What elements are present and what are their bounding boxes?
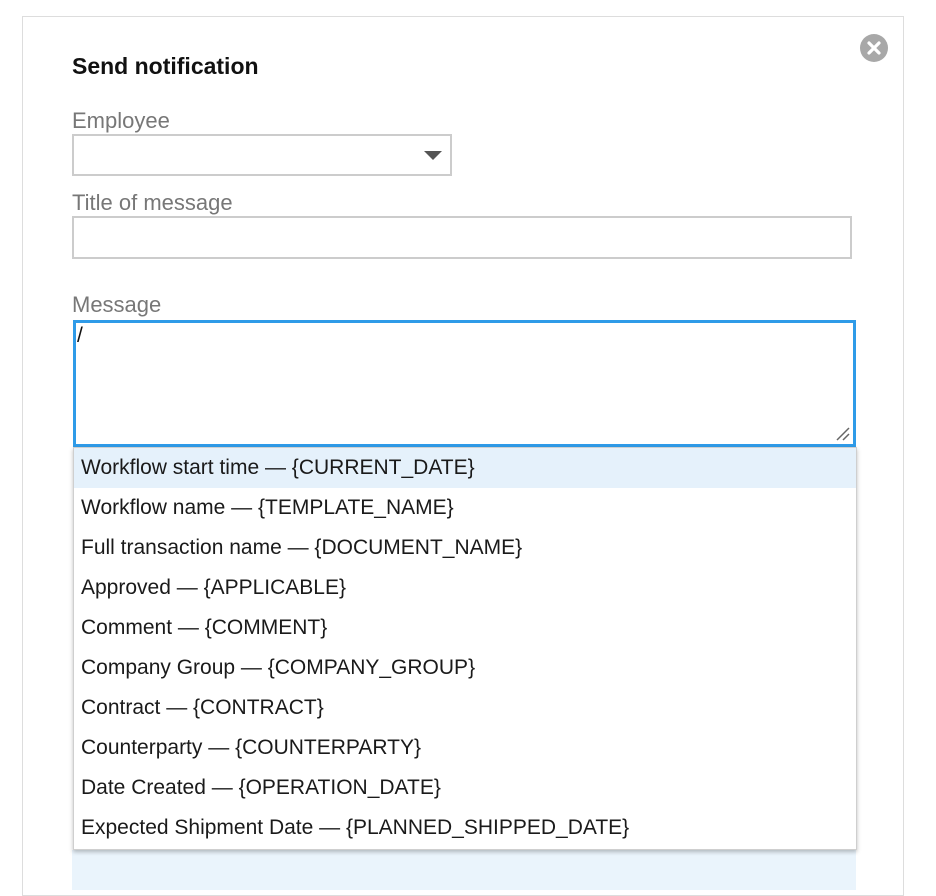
dialog-title: Send notification (72, 53, 259, 79)
title-of-message-label: Title of message (72, 190, 233, 215)
suggestion-option[interactable]: Counterparty — {COUNTERPARTY} (74, 728, 856, 768)
placeholder-suggestions-dropdown: Workflow start time — {CURRENT_DATE} Work… (73, 447, 857, 850)
suggestion-option[interactable]: Expected Shipment Date — {PLANNED_SHIPPE… (74, 808, 856, 848)
employee-select[interactable] (72, 134, 452, 176)
chevron-down-icon (424, 151, 442, 160)
title-of-message-input[interactable] (72, 216, 852, 259)
resize-handle-icon[interactable] (834, 425, 850, 441)
suggestion-option[interactable]: Workflow start time — {CURRENT_DATE} (74, 448, 856, 488)
close-button[interactable] (860, 34, 888, 62)
suggestion-option[interactable]: Comment — {COMMENT} (74, 608, 856, 648)
suggestion-option[interactable]: Contract — {CONTRACT} (74, 688, 856, 728)
suggestion-option[interactable]: Workflow name — {TEMPLATE_NAME} (74, 488, 856, 528)
message-textarea-value: / (77, 324, 83, 347)
message-textarea[interactable]: / (73, 320, 856, 447)
suggestion-option[interactable]: Date Created — {OPERATION_DATE} (74, 768, 856, 808)
suggestion-option[interactable]: Approved — {APPLICABLE} (74, 568, 856, 608)
send-notification-dialog: Send notification Employee Title of mess… (22, 16, 904, 896)
message-label: Message (72, 292, 162, 317)
suggestion-option[interactable]: Full transaction name — {DOCUMENT_NAME} (74, 528, 856, 568)
underlying-row-highlight (72, 850, 856, 890)
employee-label: Employee (72, 108, 170, 133)
suggestion-option[interactable]: Company Group — {COMPANY_GROUP} (74, 648, 856, 688)
close-icon (867, 41, 881, 55)
